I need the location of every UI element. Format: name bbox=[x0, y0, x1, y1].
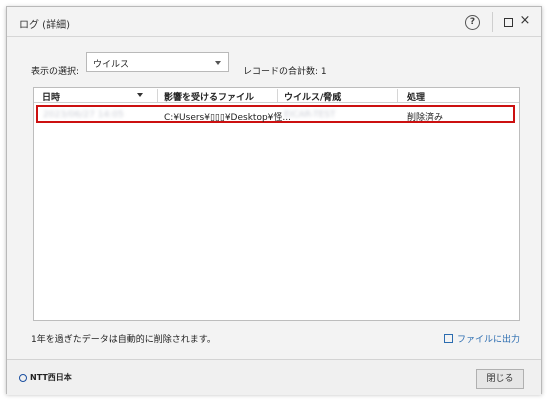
log-table: 日時 影響を受けるファイル ウイルス/脅威 処理 2023/06/27 14:0… bbox=[33, 87, 520, 321]
table-row[interactable]: 2023/06/27 14:05 C:¥Users¥▯▯▯¥Desktop¥怪.… bbox=[36, 105, 515, 123]
ntt-logo-icon bbox=[19, 374, 27, 382]
column-header-threat[interactable]: ウイルス/脅威 bbox=[284, 90, 341, 103]
column-divider[interactable] bbox=[157, 89, 158, 102]
export-label: ファイルに出力 bbox=[457, 335, 521, 345]
external-link-icon bbox=[444, 334, 453, 343]
filter-select-value: ウイルス bbox=[93, 60, 130, 70]
titlebar-separator bbox=[492, 12, 493, 32]
column-divider[interactable] bbox=[277, 89, 278, 102]
filter-select[interactable]: ウイルス bbox=[86, 52, 229, 72]
column-divider[interactable] bbox=[397, 89, 398, 102]
close-button[interactable]: 閉じる bbox=[476, 369, 524, 389]
filter-label: 表示の選択: bbox=[31, 67, 80, 77]
maximize-icon[interactable] bbox=[503, 17, 513, 27]
export-to-file-link[interactable]: ファイルに出力 bbox=[444, 332, 520, 345]
row-file: C:¥Users¥▯▯▯¥Desktop¥怪... bbox=[164, 113, 291, 123]
sort-down-icon[interactable] bbox=[137, 93, 143, 97]
chevron-down-icon bbox=[215, 61, 221, 65]
help-icon[interactable]: ? bbox=[465, 15, 480, 30]
column-header-action[interactable]: 処理 bbox=[407, 90, 425, 103]
column-header-file[interactable]: 影響を受けるファイル bbox=[164, 90, 254, 103]
column-header-datetime[interactable]: 日時 bbox=[42, 90, 60, 103]
log-detail-window: ログ (詳細) ? × 表示の選択: ウイルス レコードの合計数: 1 日時 影… bbox=[6, 6, 542, 395]
footer: NTT西日本 閉じる bbox=[7, 359, 541, 395]
window-title: ログ (詳細) bbox=[19, 20, 70, 31]
brand-text: NTT西日本 bbox=[30, 373, 72, 382]
brand-logo: NTT西日本 bbox=[19, 372, 72, 383]
row-threat: EICAR-TEST bbox=[284, 110, 336, 120]
title-bar: ログ (詳細) ? × bbox=[7, 7, 541, 37]
auto-delete-notice: 1年を過ぎたデータは自動的に削除されます。 bbox=[31, 335, 216, 345]
table-header: 日時 影響を受けるファイル ウイルス/脅威 処理 bbox=[34, 88, 519, 103]
row-action: 削除済み bbox=[407, 113, 444, 123]
record-count: レコードの合計数: 1 bbox=[243, 67, 327, 77]
close-icon[interactable]: × bbox=[519, 14, 531, 28]
row-datetime: 2023/06/27 14:05 bbox=[43, 110, 124, 120]
